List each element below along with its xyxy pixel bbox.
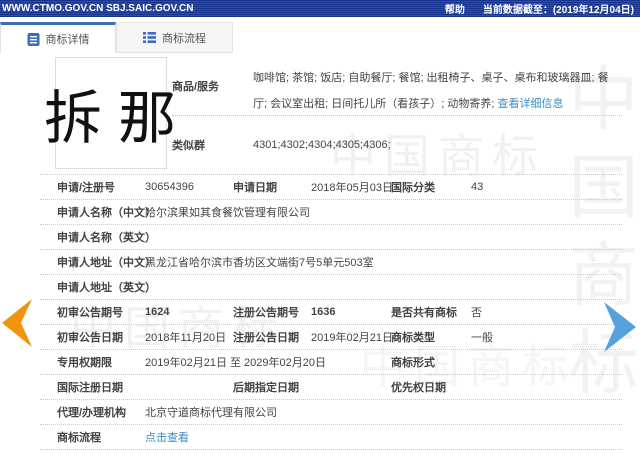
table-row: 申请/注册号 30654396 申请日期 2018年05月03日 国际分类 43 <box>40 175 622 200</box>
field-label: 专用权期限 <box>57 354 145 370</box>
goods-services-row: 商品/服务 咖啡馆; 茶馆; 饭店; 自助餐厅; 餐馆; 出租椅子、桌子、桌布和… <box>172 55 622 116</box>
field-label: 申请人名称（中文） <box>57 204 145 220</box>
table-row: 国际注册日期 后期指定日期 优先权日期 <box>40 375 622 400</box>
document-icon <box>27 33 40 46</box>
goods-services-text: 咖啡馆; 茶馆; 饭店; 自助餐厅; 餐馆; 出租椅子、桌子、桌布和玻璃器皿; … <box>253 64 622 115</box>
field-label: 注册公告期号 <box>233 304 311 320</box>
field-label: 是否共有商标 <box>391 304 471 320</box>
process-view-link[interactable]: 点击查看 <box>145 432 189 444</box>
details-table: 申请/注册号 30654396 申请日期 2018年05月03日 国际分类 43… <box>40 174 622 450</box>
trademark-image-text: 拆那 <box>30 71 192 155</box>
similar-group-row: 类似群 4301;4302;4304;4305;4306; <box>172 116 622 174</box>
table-row: 代理/办理机构 北京守道商标代理有限公司 <box>40 400 622 425</box>
mark-type-value: 一般 <box>471 329 622 345</box>
trademark-detail-panel: 拆那 商品/服务 咖啡馆; 茶馆; 饭店; 自助餐厅; 餐馆; 出租椅子、桌子、… <box>40 55 622 450</box>
reg-no-value: 30654396 <box>145 181 233 193</box>
table-row: 申请人名称（英文） <box>40 225 622 250</box>
shared-mark-value: 否 <box>471 304 622 320</box>
field-label: 初审公告日期 <box>57 329 145 345</box>
field-label: 初审公告期号 <box>57 304 145 320</box>
prelim-no-value: 1624 <box>145 306 233 318</box>
tab-bar: 商标详情 商标流程 <box>0 17 640 55</box>
next-arrow-button[interactable] <box>604 302 636 355</box>
field-label: 国际分类 <box>391 179 471 195</box>
tab-label: 商标流程 <box>162 30 206 46</box>
header-bar: WWW.CTMO.GOV.CN SBJ.SAIC.GOV.CN 帮助 当前数据截… <box>0 0 640 17</box>
field-label: 商标类型 <box>391 329 471 345</box>
applicant-cn-value: 哈尔滨果如其食餐饮管理有限公司 <box>145 204 622 220</box>
data-cutoff-text: 当前数据截至：(2019年12月04日) <box>483 1 634 16</box>
table-row: 初审公告日期 2018年11月20日 注册公告日期 2019年02月21日 商标… <box>40 325 622 350</box>
field-label: 商品/服务 <box>172 64 253 115</box>
field-label: 申请/注册号 <box>57 179 145 195</box>
reg-announce-no-value: 1636 <box>311 306 391 318</box>
help-link[interactable]: 帮助 <box>445 1 465 16</box>
table-row: 申请人地址（英文） <box>40 275 622 300</box>
field-label: 申请人地址（英文） <box>57 279 145 295</box>
field-label: 国际注册日期 <box>57 379 145 395</box>
table-row: 专用权期限 2019年02月21日 至 2029年02月20日 商标形式 <box>40 350 622 375</box>
field-label: 注册公告日期 <box>233 329 311 345</box>
previous-arrow-button[interactable] <box>2 299 32 350</box>
table-row: 申请人地址（中文） 黑龙江省哈尔滨市香坊区文端街7号5单元503室 <box>40 250 622 275</box>
field-label: 代理/办理机构 <box>57 404 145 420</box>
table-row: 初审公告期号 1624 注册公告期号 1636 是否共有商标 否 <box>40 300 622 325</box>
similar-group-value: 4301;4302;4304;4305;4306; <box>253 139 391 151</box>
table-row: 商标流程 点击查看 <box>40 425 622 450</box>
field-label: 后期指定日期 <box>233 379 311 395</box>
list-icon <box>143 31 156 44</box>
field-label: 商标形式 <box>391 354 471 370</box>
trademark-image: 拆那 <box>55 57 167 169</box>
apply-date-value: 2018年05月03日 <box>311 179 391 195</box>
view-details-link[interactable]: 查看详细信息 <box>497 98 563 110</box>
field-label: 商标流程 <box>57 429 145 445</box>
tab-trademark-process[interactable]: 商标流程 <box>116 22 233 53</box>
table-row: 申请人名称（中文） 哈尔滨果如其食餐饮管理有限公司 <box>40 200 622 225</box>
exclusive-period-value: 2019年02月21日 至 2029年02月20日 <box>145 354 391 370</box>
reg-announce-date-value: 2019年02月21日 <box>311 329 391 345</box>
field-label: 申请人地址（中文） <box>57 254 145 270</box>
field-label: 申请日期 <box>233 179 311 195</box>
tab-trademark-details[interactable]: 商标详情 <box>0 22 116 53</box>
field-label: 类似群 <box>172 137 253 153</box>
agency-value: 北京守道商标代理有限公司 <box>145 404 622 420</box>
field-label: 申请人名称（英文） <box>57 229 145 245</box>
intl-class-value: 43 <box>471 181 622 193</box>
field-label: 优先权日期 <box>391 379 471 395</box>
address-cn-value: 黑龙江省哈尔滨市香坊区文端街7号5单元503室 <box>145 254 622 270</box>
site-urls: WWW.CTMO.GOV.CN SBJ.SAIC.GOV.CN <box>2 3 194 14</box>
tab-label: 商标详情 <box>46 31 90 47</box>
prelim-date-value: 2018年11月20日 <box>145 329 233 345</box>
